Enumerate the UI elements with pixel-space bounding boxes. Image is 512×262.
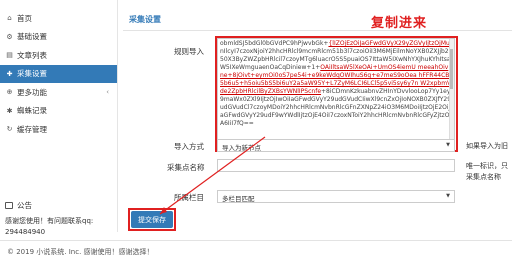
import-mode-select[interactable]: 导入为新节点 ▼ [217, 139, 455, 152]
home-icon: ⌂ [7, 14, 12, 23]
sidebar-item-0[interactable]: ⌂ 首页 [0, 9, 117, 28]
footer: © 2019 小说系统. Inc. 感谢使用！感谢选择！ [0, 240, 512, 262]
collect-name-input[interactable] [217, 159, 455, 172]
import-label: 规则导入 [174, 47, 204, 56]
chevron-down-icon: ▼ [446, 193, 450, 199]
sidebar-item-6[interactable]: ↻ 缓存管理 [0, 120, 117, 139]
sidebar-item-label: 更多功能 [17, 87, 47, 97]
annotation-copy-in: 复制进来 [371, 16, 428, 31]
name-label: 采集点名称 [167, 163, 205, 172]
chevron-down-icon: ▼ [446, 142, 450, 148]
sidebar-nav: ⌂ 首页 ⚙ 基础设置 ▤ 文章列表 ✚ 采集设置 ⊕ 更多功能 ‹ ✱ 蜘蛛记录 ↻ 缓存管理 [0, 9, 117, 139]
column-value: 多栏目匹配 [222, 195, 255, 203]
sidebar-item-1[interactable]: ⚙ 基础设置 [0, 28, 117, 47]
sidebar-item-5[interactable]: ✱ 蜘蛛记录 [0, 102, 117, 121]
title-divider [123, 30, 512, 31]
mode-help: 如果导入为旧 [466, 142, 508, 150]
main-content: 采集设置 复制进来 规则导入 obmldSJ5bdGl0bGVdPC9hPjwv… [119, 0, 512, 240]
sidebar-item-3[interactable]: ✚ 采集设置 [0, 64, 117, 83]
sidebar-item-label: 首页 [17, 13, 32, 23]
column-select[interactable]: 多栏目匹配 ▼ [217, 190, 455, 203]
sidebar-item-label: 蜘蛛记录 [17, 106, 47, 116]
file-icon: ▤ [6, 51, 13, 60]
notice-text: 感谢您使用！有问题联系qq: [5, 217, 94, 225]
notice-title: 公告 [17, 201, 32, 210]
sidebar: ⌂ 首页 ⚙ 基础设置 ▤ 文章列表 ✚ 采集设置 ⊕ 更多功能 ‹ ✱ 蜘蛛记录 ↻ 缓存管理 [0, 0, 118, 232]
sidebar-item-label: 文章列表 [17, 50, 47, 60]
sidebar-item-label: 采集设置 [17, 69, 47, 79]
submit-highlight-box [128, 208, 176, 231]
import-mode-value: 导入为新节点 [222, 144, 261, 152]
refresh-icon: ↻ [6, 125, 13, 134]
sidebar-item-label: 缓存管理 [17, 124, 47, 134]
collect-icon: ✚ [6, 69, 13, 78]
notice-panel: 公告 感谢您使用！有问题联系qq: 294484940 [0, 200, 118, 238]
textarea-highlight-box [215, 36, 458, 152]
notice-qq: 294484940 [5, 228, 46, 236]
notice-icon [5, 202, 13, 209]
sidebar-item-4[interactable]: ⊕ 更多功能 ‹ [0, 83, 117, 102]
spider-icon: ✱ [6, 106, 13, 115]
gear-icon: ⚙ [6, 32, 13, 41]
sidebar-item-label: 基础设置 [17, 32, 47, 42]
chevron-left-icon: ‹ [106, 88, 109, 97]
more-icon: ⊕ [6, 88, 13, 97]
column-label: 所属栏目 [174, 193, 204, 202]
notice-header: 公告 [0, 200, 118, 211]
page-title: 采集设置 [129, 15, 161, 24]
notice-body: 感谢您使用！有问题联系qq: 294484940 [0, 216, 118, 238]
mode-label: 导入方式 [174, 142, 204, 151]
name-help-1: 唯一标识，只 [466, 162, 508, 170]
name-help-2: 采集点名称 [466, 173, 501, 181]
sidebar-item-2[interactable]: ▤ 文章列表 [0, 46, 117, 65]
footer-text: © 2019 小说系统. Inc. 感谢使用！感谢选择！ [7, 248, 154, 256]
